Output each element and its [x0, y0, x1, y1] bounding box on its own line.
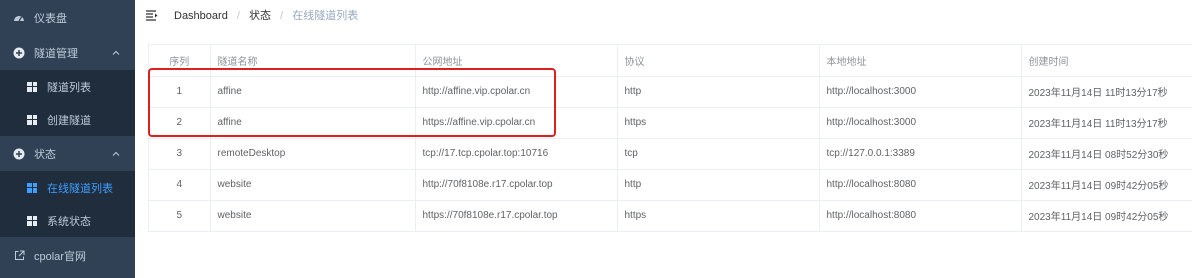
cell-public-url: https://affine.vip.cpolar.cn [415, 107, 618, 139]
table-row: 2 affine https://affine.vip.cpolar.cn https… [149, 107, 1192, 139]
sidebar-item-label: 在线隧道列表 [47, 182, 113, 195]
column-header-local-address: 本地地址 [819, 45, 1022, 77]
table-header-row: 序列 隧道名称 公网地址 协议 本地地址 创建时间 [149, 45, 1192, 77]
sidebar-item-create-tunnel[interactable]: 创建隧道 [0, 103, 135, 136]
sidebar-item-label: 隧道列表 [47, 81, 91, 94]
cell-local-address: http://localhost:3000 [819, 107, 1022, 139]
main-content: Dashboard / 状态 / 在线隧道列表 序列 隧道名称 公网地址 协议 … [135, 0, 1192, 278]
cell-index: 3 [149, 138, 211, 170]
cell-index: 5 [149, 200, 211, 231]
sidebar-item-label: 仪表盘 [34, 12, 67, 25]
cell-created-time: 2023年11月14日 09时42分05秒 [1021, 200, 1192, 231]
sidebar-item-tunnel-list[interactable]: 隧道列表 [0, 70, 135, 103]
table-row: 4 website http://70f8108e.r17.cpolar.top ht… [149, 169, 1192, 201]
breadcrumb-item-status[interactable]: 状态 [249, 10, 271, 22]
cell-created-time: 2023年11月14日 09时42分05秒 [1021, 169, 1192, 201]
cell-name: affine [210, 107, 416, 139]
sidebar-item-tunnel-management[interactable]: 隧道管理 [0, 35, 135, 70]
table-row: 3 remoteDesktop tcp://17.tcp.cpolar.top:10… [149, 138, 1192, 170]
cell-index: 2 [149, 107, 211, 139]
sidebar-item-online-tunnels[interactable]: 在线隧道列表 [0, 171, 135, 204]
navbar: Dashboard / 状态 / 在线隧道列表 [135, 0, 1192, 30]
cell-name: website [210, 200, 416, 231]
breadcrumb-separator: / [280, 10, 284, 22]
sidebar-item-cpolar-website[interactable]: cpolar官网 [0, 237, 135, 274]
table-row: 1 affine http://affine.vip.cpolar.cn http ht… [149, 76, 1192, 108]
sidebar-item-label: 创建隧道 [47, 114, 91, 127]
plus-circle-icon [12, 46, 26, 60]
grid-icon [25, 113, 39, 127]
cell-index: 4 [149, 169, 211, 201]
sidebar-item-label: 隧道管理 [34, 47, 78, 60]
breadcrumb: Dashboard / 状态 / 在线隧道列表 [174, 7, 358, 23]
cell-name: website [210, 169, 416, 201]
cell-public-url: tcp://17.tcp.cpolar.top:10716 [415, 138, 618, 170]
dashboard-icon [12, 11, 26, 25]
external-link-icon [12, 249, 26, 263]
cell-protocol: https [617, 200, 820, 231]
cell-public-url: http://affine.vip.cpolar.cn [415, 76, 618, 108]
sidebar-item-label: 状态 [34, 148, 56, 161]
sidebar-item-label: cpolar官网 [34, 250, 86, 263]
breadcrumb-separator: / [236, 10, 240, 22]
hamburger-icon[interactable] [146, 9, 158, 21]
cell-name: affine [210, 76, 416, 108]
table-row: 5 website https://70f8108e.r17.cpolar.top h… [149, 200, 1192, 231]
plus-circle-icon [12, 147, 26, 161]
cell-local-address: http://localhost:8080 [819, 169, 1022, 201]
grid-icon [25, 181, 39, 195]
cell-public-url: https://70f8108e.r17.cpolar.top [415, 200, 618, 231]
breadcrumb-item-current: 在线隧道列表 [292, 10, 359, 22]
grid-icon [25, 80, 39, 94]
cell-created-time: 2023年11月14日 11时13分17秒 [1021, 107, 1192, 139]
breadcrumb-item-dashboard[interactable]: Dashboard [174, 10, 228, 22]
cell-protocol: tcp [617, 138, 820, 170]
tunnel-table: 序列 隧道名称 公网地址 协议 本地地址 创建时间 1 affine http://… [148, 44, 1192, 232]
chevron-up-icon [112, 50, 120, 55]
column-header-created-time: 创建时间 [1021, 45, 1192, 77]
cell-protocol: http [617, 169, 820, 201]
cell-local-address: http://localhost:3000 [819, 76, 1022, 108]
cell-public-url: http://70f8108e.r17.cpolar.top [415, 169, 618, 201]
cell-index: 1 [149, 76, 211, 108]
cell-local-address: tcp://127.0.0.1:3389 [819, 138, 1022, 170]
sidebar-item-dashboard[interactable]: 仪表盘 [0, 0, 135, 35]
grid-icon [25, 214, 39, 228]
cell-created-time: 2023年11月14日 11时13分17秒 [1021, 76, 1192, 108]
sidebar-item-status[interactable]: 状态 [0, 136, 135, 171]
column-header-index: 序列 [149, 45, 211, 77]
column-header-public-url: 公网地址 [415, 45, 618, 77]
cell-protocol: https [617, 107, 820, 139]
cell-name: remoteDesktop [210, 138, 416, 170]
sidebar-item-label: 系统状态 [47, 215, 91, 228]
cell-protocol: http [617, 76, 820, 108]
cell-local-address: http://localhost:8080 [819, 200, 1022, 231]
cell-created-time: 2023年11月14日 08时52分30秒 [1021, 138, 1192, 170]
sidebar-item-system-status[interactable]: 系统状态 [0, 204, 135, 237]
sidebar: 仪表盘 隧道管理 隧道列表 创建隧道 状态 在线隧道列表 系统状态 cpolar… [0, 0, 135, 278]
chevron-up-icon [112, 151, 120, 156]
column-header-protocol: 协议 [617, 45, 820, 77]
column-header-name: 隧道名称 [210, 45, 416, 77]
